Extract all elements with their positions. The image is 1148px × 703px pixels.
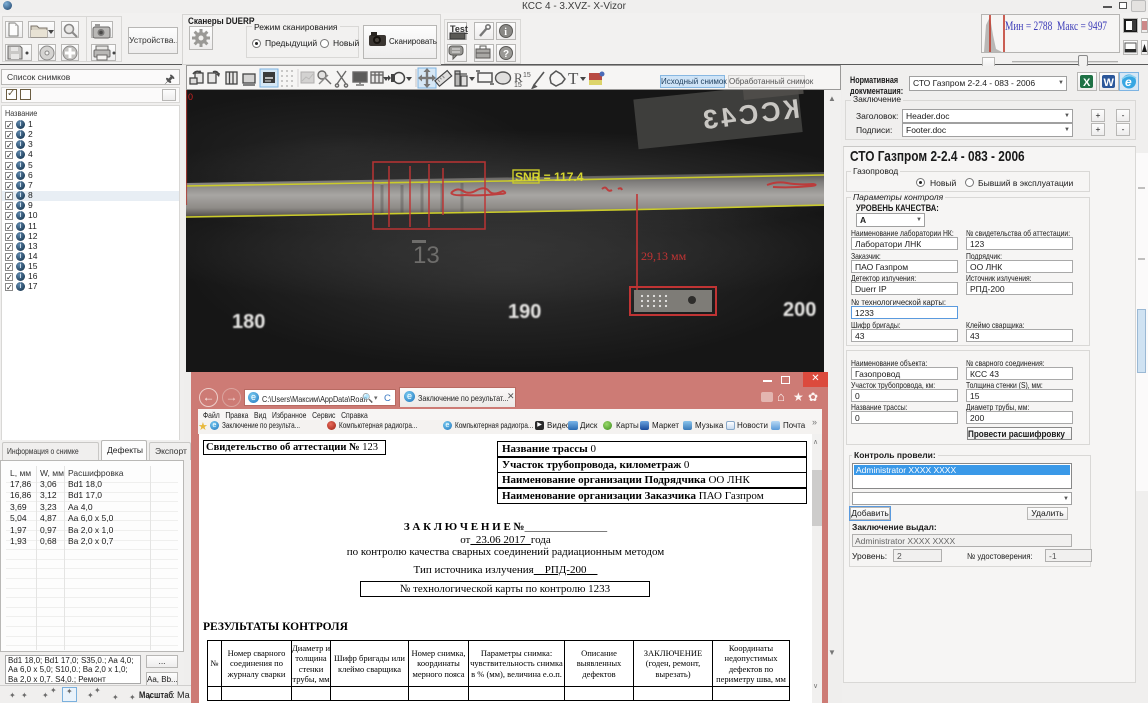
svg-text:W: W [1104, 77, 1115, 89]
svg-text:X: X [1083, 77, 1091, 89]
svg-text:180: 180 [232, 311, 265, 333]
svg-text:200: 200 [783, 299, 816, 321]
svg-text:15: 15 [514, 82, 522, 89]
svg-text:0: 0 [188, 92, 193, 102]
svg-text:13: 13 [413, 242, 440, 269]
svg-text:29,13 мм: 29,13 мм [641, 249, 687, 263]
svg-text:15: 15 [523, 72, 531, 79]
svg-text:T: T [568, 69, 579, 88]
svg-text:Мин = 2788 Макс = 9497: Мин = 2788 Макс = 9497 [1005, 18, 1107, 33]
svg-text:SNR = 117.4: SNR = 117.4 [515, 170, 584, 184]
svg-text:190: 190 [508, 301, 541, 323]
